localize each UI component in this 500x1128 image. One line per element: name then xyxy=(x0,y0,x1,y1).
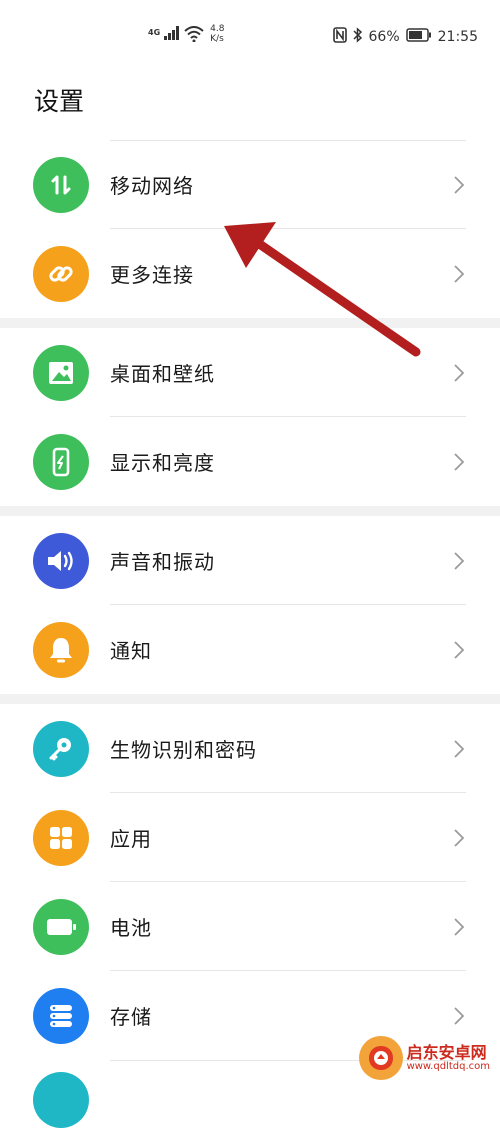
group-separator xyxy=(0,506,500,516)
settings-group-display: 桌面和壁纸 显示和亮度 xyxy=(0,328,500,506)
settings-item-apps[interactable]: 应用 xyxy=(0,793,500,882)
chevron-right-icon xyxy=(454,175,465,198)
storage-icon xyxy=(33,987,89,1044)
status-time: 21:55 xyxy=(437,29,478,45)
signal-icon xyxy=(164,26,180,44)
watermark: 启东安卓网 www.qdltdq.com xyxy=(358,1036,490,1080)
settings-item-sound-vibration[interactable]: 声音和振动 xyxy=(0,516,500,605)
settings-group-sound: 声音和振动 通知 xyxy=(0,516,500,694)
settings-item-label: 应用 xyxy=(110,827,152,851)
settings-item-notifications[interactable]: 通知 xyxy=(0,605,500,694)
chevron-right-icon xyxy=(454,739,465,762)
settings-item-home-wallpaper[interactable]: 桌面和壁纸 xyxy=(0,328,500,417)
bluetooth-icon xyxy=(352,27,363,47)
net-speed-value: 4.8 xyxy=(210,24,225,34)
settings-item-mobile-network[interactable]: 移动网络 xyxy=(0,140,500,229)
status-bar: 4G 4.8 K/s 66% 21:55 xyxy=(0,0,500,70)
net-speed-unit: K/s xyxy=(210,34,224,44)
settings-item-biometrics-password[interactable]: 生物识别和密码 xyxy=(0,704,500,793)
settings-item-label: 移动网络 xyxy=(110,174,194,198)
settings-item-label: 存储 xyxy=(110,1005,152,1029)
settings-item-display-brightness[interactable]: 显示和亮度 xyxy=(0,417,500,506)
watermark-logo-icon xyxy=(358,1036,403,1080)
settings-item-label: 电池 xyxy=(110,916,152,940)
battery-icon xyxy=(405,28,432,46)
group-separator xyxy=(0,694,500,704)
battery-icon xyxy=(33,898,89,955)
settings-item-label: 生物识别和密码 xyxy=(110,738,257,762)
bell-icon xyxy=(33,621,89,678)
chevron-right-icon xyxy=(454,828,465,851)
group-separator xyxy=(0,318,500,328)
watermark-name: 启东安卓网 xyxy=(406,1042,487,1062)
apps-grid-icon xyxy=(33,809,89,866)
chevron-right-icon xyxy=(454,551,465,574)
status-right: 66% 21:55 xyxy=(332,27,478,47)
settings-group-connectivity: 移动网络 更多连接 xyxy=(0,140,500,318)
settings-item-label: 通知 xyxy=(110,639,152,663)
settings-item-label: 显示和亮度 xyxy=(110,451,215,475)
chevron-right-icon xyxy=(454,917,465,940)
partial-icon xyxy=(33,1072,89,1128)
image-icon xyxy=(33,344,89,401)
speaker-icon xyxy=(33,532,89,589)
chevron-right-icon xyxy=(454,640,465,663)
key-icon xyxy=(33,720,89,777)
status-center: 4G 4.8 K/s xyxy=(148,24,224,46)
settings-item-battery[interactable]: 电池 xyxy=(0,882,500,971)
chevron-right-icon xyxy=(454,264,465,287)
net-speed: 4.8 K/s xyxy=(210,24,224,44)
settings-item-label: 桌面和壁纸 xyxy=(110,362,215,386)
chevron-right-icon xyxy=(454,452,465,475)
wifi-icon xyxy=(184,26,204,46)
settings-item-label: 声音和振动 xyxy=(110,550,215,574)
chevron-right-icon xyxy=(454,363,465,386)
battery-percent: 66% xyxy=(368,29,400,45)
link-icon xyxy=(33,245,89,302)
page-title: 设置 xyxy=(34,87,85,116)
phone-brightness-icon xyxy=(33,433,89,490)
watermark-url: www.qdltdq.com xyxy=(406,1061,490,1073)
network-type: 4G xyxy=(148,28,161,37)
settings-item-more-connections[interactable]: 更多连接 xyxy=(0,229,500,318)
chevron-right-icon xyxy=(454,1006,465,1029)
arrows-updown-icon xyxy=(33,156,89,213)
settings-item-label: 更多连接 xyxy=(110,263,194,287)
nfc-icon xyxy=(332,27,347,47)
